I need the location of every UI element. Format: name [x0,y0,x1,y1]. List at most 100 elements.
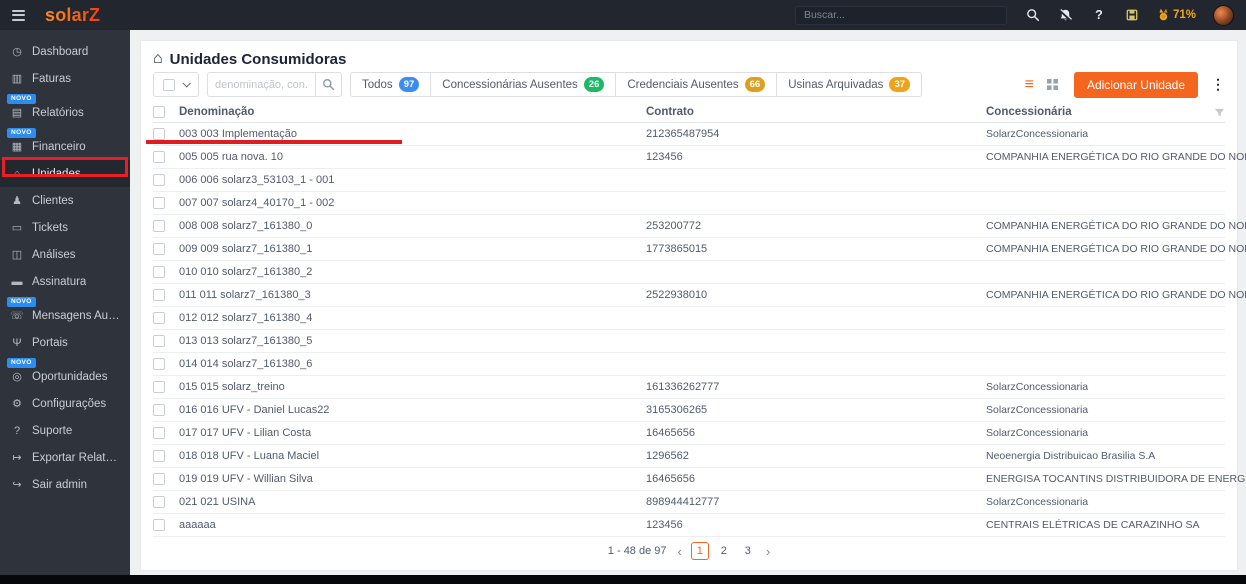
sidebar-item[interactable]: NOVO ◫ Análises [0,241,130,268]
pagination-next-icon[interactable]: › [766,545,770,558]
table-row[interactable]: 006 006 solarz3_53103_1 - 001 [153,169,1225,192]
filter-tab[interactable]: Credenciais Ausentes 66 [615,72,778,97]
menu-hamburger-icon[interactable] [12,9,25,21]
sidebar-item[interactable]: NOVO ? Suporte [0,417,130,444]
page-title: ⌂ Unidades Consumidoras [153,49,1225,69]
cell-contrato: 253200772 [646,220,702,232]
sidebar-item[interactable]: NOVO Ψ Portais [0,329,130,356]
row-checkbox[interactable] [153,450,165,462]
sidebar-item-label: Mensagens Automát... [32,309,120,322]
row-checkbox[interactable] [153,335,165,347]
cell-contrato: 1296562 [646,450,689,462]
table-row[interactable]: 014 014 solarz7_161380_6 [153,353,1225,376]
sidebar-item[interactable]: NOVO ▥ Faturas [0,65,130,92]
cell-concessionaria: SolarzConcessionaria [986,128,1089,140]
sidebar-item-label: Relatórios [32,106,84,119]
save-disk-icon[interactable] [1124,7,1140,23]
row-checkbox[interactable] [153,289,165,301]
pagination-page[interactable]: 1 [690,542,709,560]
row-checkbox[interactable] [153,197,165,209]
row-checkbox[interactable] [153,358,165,370]
list-view-icon[interactable]: ≡ [1025,76,1034,93]
row-checkbox[interactable] [153,427,165,439]
filter-count-badge: 37 [889,77,911,92]
row-checkbox[interactable] [153,496,165,508]
notifications-muted-bell-icon[interactable] [1058,7,1074,23]
user-avatar[interactable] [1213,4,1234,26]
row-checkbox[interactable] [153,519,165,531]
row-checkbox[interactable] [153,266,165,278]
cell-concessionaria: SolarzConcessionaria [986,404,1089,416]
table-row[interactable]: 005 005 rua nova. 10 123456 COMPANHIA EN… [153,146,1246,169]
toolbar: Todos 97 Concessionárias Ausentes 26 Cre… [153,71,1225,98]
pagination-prev-icon[interactable]: ‹ [678,545,682,558]
table-search-button[interactable] [315,72,342,97]
sidebar-item[interactable]: NOVO ♟ Clientes [0,187,130,214]
table-row[interactable]: 012 012 solarz7_161380_4 [153,307,1225,330]
cell-denominacao: 013 013 solarz7_161380_5 [179,335,313,347]
grid-view-icon[interactable] [1046,79,1058,90]
table-row[interactable]: 011 011 solarz7_161380_3 2522938010 COMP… [153,284,1246,307]
table-row[interactable]: 019 019 UFV - Willian Silva 16465656 ENE… [153,468,1246,491]
row-checkbox[interactable] [153,381,165,393]
select-all-checkbox[interactable] [163,78,175,91]
table-row[interactable]: 008 008 solarz7_161380_0 253200772 COMPA… [153,215,1246,238]
help-icon[interactable]: ? [1091,7,1107,23]
filter-tab[interactable]: Concessionárias Ausentes 26 [430,72,617,97]
search-icon [323,79,335,91]
table-row[interactable]: 021 021 USINA 898944412777 SolarzConcess… [153,491,1225,514]
row-checkbox[interactable] [153,404,165,416]
table-row[interactable]: 009 009 solarz7_161380_1 1773865015 COMP… [153,238,1246,261]
reports-icon: ▤ [11,107,23,119]
table-row[interactable]: 003 003 Implementação 212365487954 Solar… [153,123,1225,146]
sidebar-item[interactable]: NOVO ↪ Sair admin [0,471,130,498]
medal-icon [1159,8,1168,21]
select-all-control[interactable] [153,72,199,97]
app-logo[interactable]: solarZ [45,5,100,26]
kebab-menu-icon[interactable]: ⋮ [1211,76,1225,93]
filter-tab[interactable]: Todos 97 [350,72,432,97]
sidebar-item[interactable]: NOVO ▦ Financeiro [0,128,130,160]
row-checkbox[interactable] [153,128,165,140]
table-row[interactable]: 015 015 solarz_treino 161336262777 Solar… [153,376,1225,399]
row-checkbox[interactable] [153,312,165,324]
table-row[interactable]: 013 013 solarz7_161380_5 [153,330,1225,353]
table-row[interactable]: aaaaaa 123456 CENTRAIS ELÉTRICAS DE CARA… [153,514,1225,537]
units-home-icon: ⌂ [13,167,21,180]
sidebar-item[interactable]: NOVO ☏ Mensagens Automát... [0,297,130,329]
table-search-input[interactable] [207,72,315,97]
search-icon[interactable] [1025,7,1041,23]
pagination-page[interactable]: 2 [715,542,733,560]
sidebar-item[interactable]: NOVO ↦ Exportar Relatórios [0,444,130,471]
analytics-icon: ◫ [11,249,23,261]
table-row[interactable]: 017 017 UFV - Lilian Costa 16465656 Sola… [153,422,1225,445]
filter-funnel-icon[interactable] [1214,107,1225,118]
sidebar-item[interactable]: NOVO ⚙ Configurações [0,390,130,417]
sidebar-item-label: Sair admin [32,478,87,491]
sidebar-item[interactable]: NOVO ▬ Assinatura [0,268,130,295]
sidebar-item[interactable]: NOVO ◎ Oportunidades [0,358,130,390]
row-checkbox[interactable] [153,243,165,255]
row-checkbox[interactable] [153,473,165,485]
header-checkbox[interactable] [153,106,165,118]
support-icon: ? [13,424,21,437]
row-checkbox[interactable] [153,174,165,186]
table-header: Denominação Contrato Concessionária [153,102,1225,123]
table-row[interactable]: 007 007 solarz4_40170_1 - 002 [153,192,1225,215]
filter-tab[interactable]: Usinas Arquivadas 37 [776,72,923,97]
row-checkbox[interactable] [153,220,165,232]
table-body: 003 003 Implementação 212365487954 Solar… [153,123,1246,537]
table-row[interactable]: 010 010 solarz7_161380_2 [153,261,1225,284]
gamification-score[interactable]: 71% [1157,8,1196,22]
add-unit-button[interactable]: Adicionar Unidade [1073,71,1198,98]
row-checkbox[interactable] [153,151,165,163]
pagination-page[interactable]: 3 [739,542,757,560]
sidebar-item[interactable]: NOVO ▭ Tickets [0,214,130,241]
sidebar-item[interactable]: NOVO ◷ Dashboard [0,38,130,65]
dashboard-icon: ◷ [12,46,22,58]
table-row[interactable]: 018 018 UFV - Luana Maciel 1296562 Neoen… [153,445,1225,468]
sidebar-item[interactable]: NOVO ▤ Relatórios [0,94,130,126]
table-row[interactable]: 016 016 UFV - Daniel Lucas22 3165306265 … [153,399,1225,422]
sidebar-item[interactable]: NOVO ⌂ Unidades [0,160,130,187]
global-search-input[interactable] [794,5,1007,25]
